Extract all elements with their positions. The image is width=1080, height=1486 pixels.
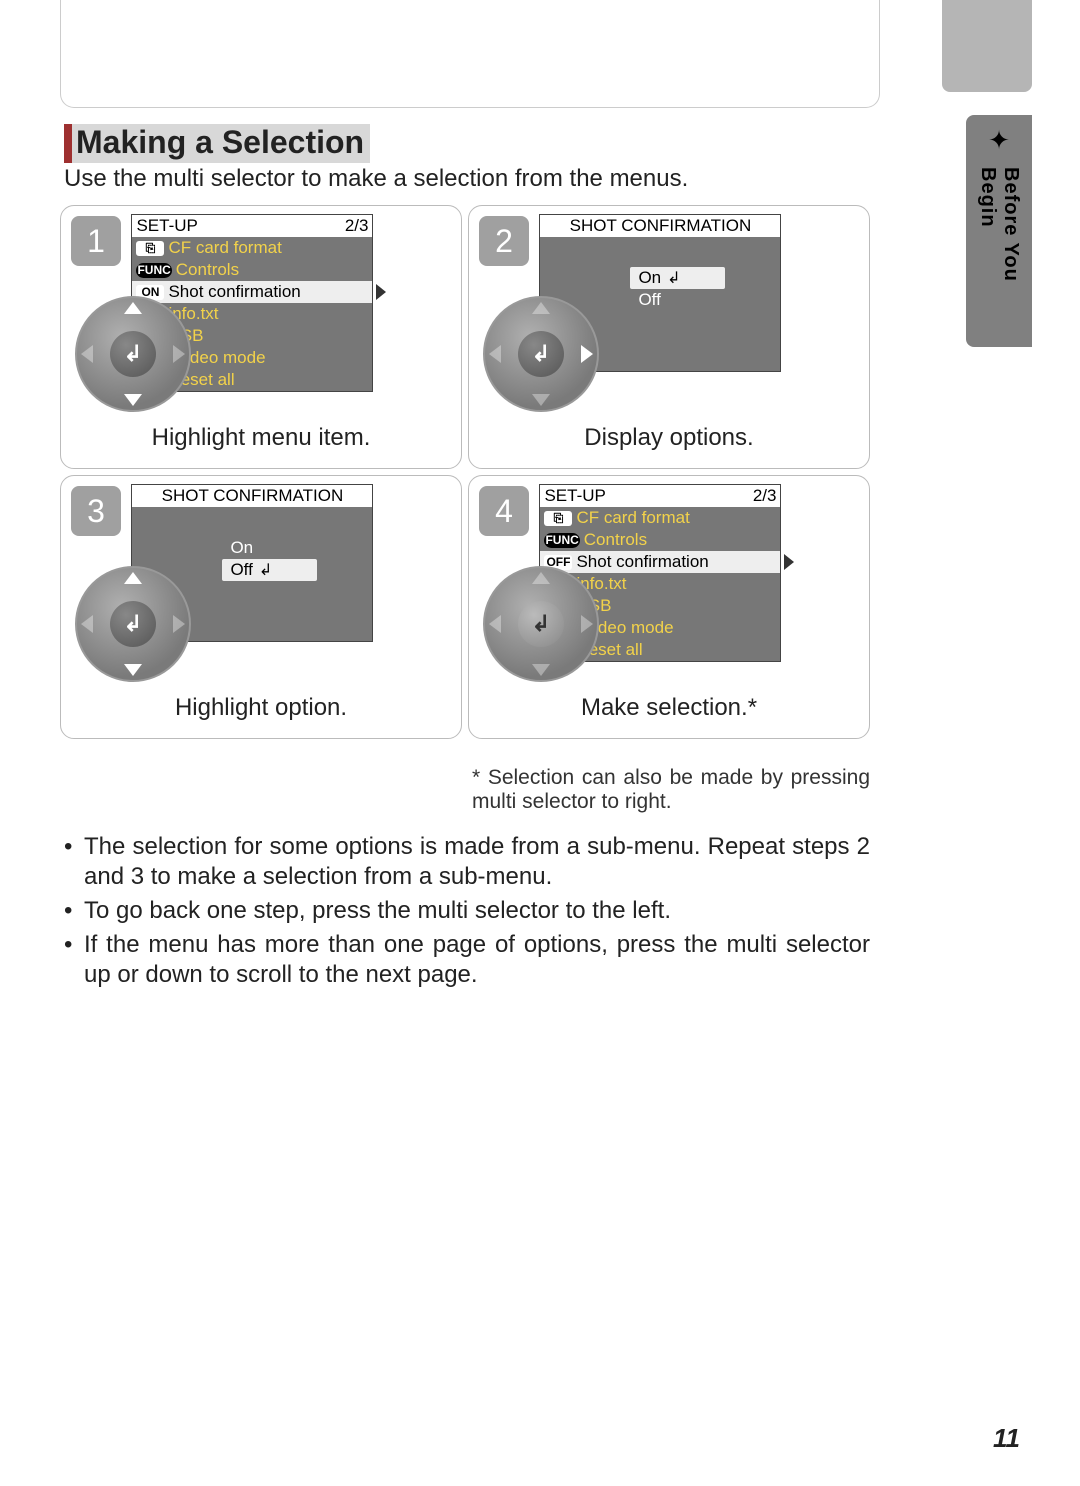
dpad-down-icon [532,394,550,406]
dpad-center-icon: ↲ [110,601,156,647]
screen-title: SET-UP [544,486,605,506]
menu-row: ⎘CF card format [540,507,780,529]
step-4: 4 SET-UP 2/3 ⎘CF card format FUNCControl… [468,475,870,739]
dpad-up-icon [532,302,550,314]
func-icon: FUNC [544,533,579,548]
chapter-label: Before You Begin [976,167,1022,347]
step-2: 2 SHOT CONFIRMATION On↲ Off ↲ Display op… [468,205,870,469]
multi-selector-diagram: ↲ [75,296,191,412]
dpad-down-icon [124,394,142,406]
dpad-left-icon [81,345,93,363]
screen-title-bar: SHOT CONFIRMATION [540,215,780,237]
step-caption: Highlight menu item. [61,424,461,452]
bullet-item: If the menu has more than one page of op… [64,930,870,990]
screen-page: 2/3 [345,216,369,236]
dpad-down-icon [532,664,550,676]
menu-row: FUNCControls [540,529,780,551]
option-row: On [222,537,317,559]
multi-selector-diagram: ↲ [483,296,599,412]
dpad-right-icon [173,615,185,633]
footnote: * Selection can also be made by pressing… [472,766,870,814]
dpad-up-icon [124,302,142,314]
enter-icon: ↲ [667,268,680,288]
dpad-center-icon: ↲ [110,331,156,377]
dpad-left-icon [489,615,501,633]
page-number: 11 [993,1423,1020,1454]
step-1: 1 SET-UP 2/3 ⎘CF card format FUNCControl… [60,205,462,469]
multi-selector-diagram: ↲ [75,566,191,682]
step-caption: Highlight option. [61,694,461,722]
menu-row: ⎘CF card format [132,237,372,259]
bullet-item: To go back one step, press the multi sel… [64,896,870,926]
dpad-center-icon: ↲ [518,331,564,377]
step-number: 4 [479,486,529,536]
dpad-right-icon [581,345,593,363]
previous-page-region [60,0,880,108]
dpad-left-icon [81,615,93,633]
option-row-selected: On↲ [630,267,725,289]
dpad-up-icon [124,572,142,584]
screen-title-bar: SHOT CONFIRMATION [132,485,372,507]
chapter-icon: ✦ [984,125,1014,159]
screen-title: SHOT CONFIRMATION [162,486,344,506]
screen-title-bar: SET-UP 2/3 [540,485,780,507]
dpad-up-icon [532,572,550,584]
cf-card-icon: ⎘ [136,241,164,256]
step-3: 3 SHOT CONFIRMATION On Off↲ ↲ Highlight … [60,475,462,739]
section-heading: Making a Selection [64,124,370,163]
screen-title: SHOT CONFIRMATION [570,216,752,236]
menu-row: FUNCControls [132,259,372,281]
bullet-list: The selection for some options is made f… [64,832,870,994]
bullet-item: The selection for some options is made f… [64,832,870,892]
dpad-left-icon [489,345,501,363]
screen-title-bar: SET-UP 2/3 [132,215,372,237]
dpad-right-icon [581,615,593,633]
intro-text: Use the multi selector to make a selecti… [64,165,688,193]
right-arrow-icon [376,284,386,300]
step-caption: Display options. [469,424,869,452]
option-row-selected: Off↲ [222,559,317,581]
enter-icon: ↲ [259,560,272,580]
screen-page: 2/3 [753,486,777,506]
chapter-tab-faint [942,0,1032,92]
chapter-tab: ✦ Before You Begin [966,115,1032,347]
step-number: 1 [71,216,121,266]
option-row: Off [630,289,725,311]
step-number: 3 [71,486,121,536]
step-caption: Make selection.* [469,694,869,722]
steps-grid: 1 SET-UP 2/3 ⎘CF card format FUNCControl… [60,205,870,739]
multi-selector-diagram: ↲ [483,566,599,682]
step-number: 2 [479,216,529,266]
screen-title: SET-UP [136,216,197,236]
dpad-right-icon [173,345,185,363]
cf-card-icon: ⎘ [544,511,572,526]
right-arrow-icon [784,554,794,570]
func-icon: FUNC [136,263,171,278]
dpad-down-icon [124,664,142,676]
dpad-center-icon: ↲ [518,601,564,647]
